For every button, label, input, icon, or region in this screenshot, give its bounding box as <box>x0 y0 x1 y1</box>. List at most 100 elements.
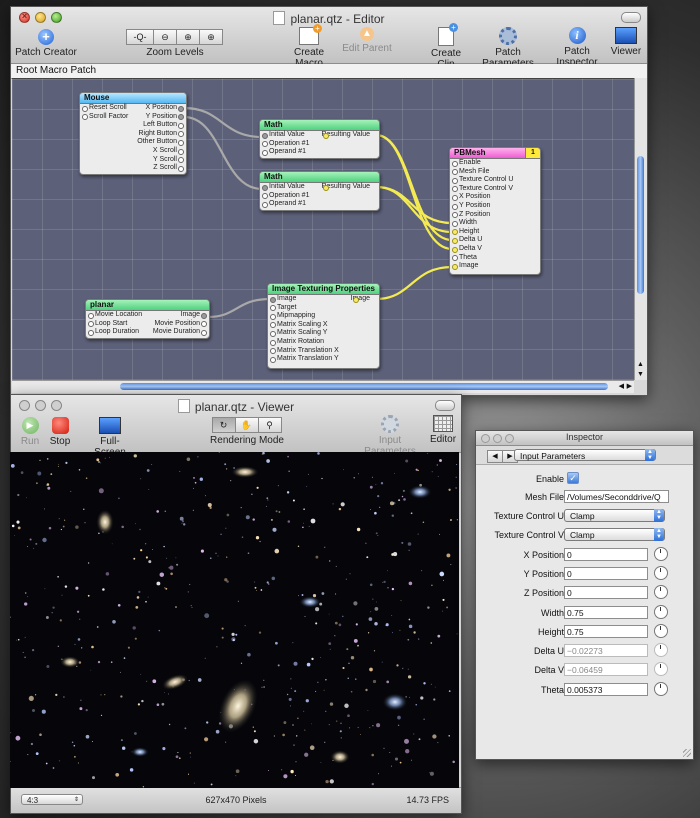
port-mipmapping[interactable]: Mipmapping <box>268 312 379 321</box>
port-loop-start[interactable]: Loop Start <box>86 320 150 329</box>
port-operand-1[interactable]: Operand #1 <box>260 200 379 209</box>
port-right-button[interactable]: Right Button <box>126 130 186 139</box>
port-image-out[interactable]: Image <box>147 311 209 320</box>
toolbar-toggle-button[interactable] <box>621 12 641 23</box>
scroll-right-arrow-icon[interactable]: ▶ <box>627 382 632 390</box>
port-loop-duration[interactable]: Loop Duration <box>86 328 150 337</box>
x-position-field[interactable]: 0 <box>564 548 648 561</box>
port-width[interactable]: Width <box>450 219 540 228</box>
theta-field[interactable]: 0.005373 <box>564 683 648 696</box>
horizontal-scrollbar[interactable]: ◀ ▶ <box>12 380 634 393</box>
edit-parent-button[interactable]: ▲ Edit Parent <box>339 27 395 54</box>
previous-arrow-icon[interactable]: ◀ <box>487 450 503 463</box>
patch-creator-button[interactable]: + Patch Creator <box>15 29 77 58</box>
toolbar-toggle-button[interactable] <box>435 400 455 411</box>
math-patch-1-header[interactable]: Math <box>260 120 379 131</box>
port-x-position[interactable]: X Position <box>126 104 186 113</box>
port-height[interactable]: Height <box>450 228 540 237</box>
port-resulting-value[interactable]: Resulting Value <box>321 183 379 192</box>
viewer-button[interactable]: Viewer <box>609 27 643 57</box>
scroll-up-arrow-icon[interactable]: ▲ <box>637 361 644 368</box>
z-position-field[interactable]: 0 <box>564 586 648 599</box>
port-matrix-scaling-x[interactable]: Matrix Scaling X <box>268 321 379 330</box>
input-parameters-button[interactable]: Input Parameters <box>357 415 423 457</box>
port-operation-1[interactable]: Operation #1 <box>260 192 379 201</box>
math-patch-2-header[interactable]: Math <box>260 172 379 183</box>
port-matrix-translation-x[interactable]: Matrix Translation X <box>268 347 379 356</box>
width-field[interactable]: 0.75 <box>564 606 648 619</box>
y-position-dial-icon[interactable] <box>654 566 668 580</box>
port-x-position[interactable]: X Position <box>450 193 540 202</box>
port-matrix-translation-y[interactable]: Matrix Translation Y <box>268 355 379 364</box>
vertical-scroll-thumb[interactable] <box>637 156 644 294</box>
zoom-out-icon[interactable]: ⊖ <box>153 29 177 45</box>
port-enable[interactable]: Enable <box>450 159 540 168</box>
planar-patch[interactable]: planar Movie Location Loop Start Loop Du… <box>85 299 210 339</box>
port-z-scroll[interactable]: Z Scroll <box>126 164 186 173</box>
port-theta[interactable]: Theta <box>450 254 540 263</box>
port-matrix-rotation[interactable]: Matrix Rotation <box>268 338 379 347</box>
port-image[interactable]: Image <box>450 262 540 271</box>
pbmesh-patch[interactable]: PBMesh 1 Enable Mesh File Texture Control… <box>449 147 541 275</box>
port-texture-control-v[interactable]: Texture Control V <box>450 185 540 194</box>
image-texturing-patch-header[interactable]: Image Texturing Properties <box>268 284 379 295</box>
scroll-left-arrow-icon[interactable]: ◀ <box>619 382 624 390</box>
port-delta-v[interactable]: Delta V <box>450 245 540 254</box>
patch-inspector-button[interactable]: i Patch Inspector <box>545 27 609 68</box>
port-texture-control-u[interactable]: Texture Control U <box>450 176 540 185</box>
port-other-button[interactable]: Other Button <box>126 138 186 147</box>
math-patch-2[interactable]: Math Initial Value Resulting Value Opera… <box>259 171 380 211</box>
scroll-down-arrow-icon[interactable]: ▼ <box>637 371 644 378</box>
rotate-icon[interactable]: ↻ <box>211 417 236 433</box>
width-dial-icon[interactable] <box>654 605 668 619</box>
resize-grip-icon[interactable] <box>683 749 691 757</box>
stop-button[interactable]: Stop <box>47 417 73 447</box>
port-initial-value[interactable]: Initial Value Resulting Value <box>260 183 379 192</box>
texture-control-u-select[interactable]: Clamp ▲ ▼ <box>564 509 665 522</box>
port-mesh-file[interactable]: Mesh File <box>450 168 540 177</box>
z-position-dial-icon[interactable] <box>654 585 668 599</box>
port-movie-location[interactable]: Movie Location <box>86 311 150 320</box>
rendered-galaxy-image[interactable] <box>10 452 459 788</box>
hand-icon[interactable]: ✋ <box>234 417 259 433</box>
port-operation-1[interactable]: Operation #1 <box>260 140 379 149</box>
patch-canvas[interactable]: Mouse Reset Scroll Scroll Factor X Posit… <box>12 78 634 381</box>
port-z-position[interactable]: Z Position <box>450 211 540 220</box>
editor-button[interactable]: Editor <box>427 415 459 445</box>
enable-checkbox[interactable]: ✓ <box>567 472 579 484</box>
horizontal-scroll-thumb[interactable] <box>120 383 608 390</box>
port-matrix-scaling-y[interactable]: Matrix Scaling Y <box>268 329 379 338</box>
x-position-dial-icon[interactable] <box>654 547 668 561</box>
port-resulting-value[interactable]: Resulting Value <box>321 131 379 140</box>
image-texturing-patch[interactable]: Image Texturing Properties Image Image T… <box>267 283 380 369</box>
math-patch-1[interactable]: Math Initial Value Resulting Value Opera… <box>259 119 380 159</box>
create-macro-button[interactable]: + Create Macro <box>279 24 339 69</box>
mouse-patch-header[interactable]: Mouse <box>80 93 186 104</box>
mesh-file-field[interactable]: /Volumes/Seconddrive/Q <box>564 490 669 503</box>
port-x-scroll[interactable]: X Scroll <box>126 147 186 156</box>
height-dial-icon[interactable] <box>654 624 668 638</box>
magnifier-icon[interactable]: ⚲ <box>257 417 282 433</box>
port-delta-u[interactable]: Delta U <box>450 236 540 245</box>
zoom-in-icon[interactable]: ⊕ <box>176 29 200 45</box>
port-y-position[interactable]: Y Position <box>450 202 540 211</box>
height-field[interactable]: 0.75 <box>564 625 648 638</box>
mouse-patch[interactable]: Mouse Reset Scroll Scroll Factor X Posit… <box>79 92 187 175</box>
theta-dial-icon[interactable] <box>654 682 668 696</box>
zoom-actual-icon[interactable]: ⊕ <box>199 29 223 45</box>
patch-parameters-button[interactable]: Patch Parameters <box>471 27 545 69</box>
port-operand-1[interactable]: Operand #1 <box>260 148 379 157</box>
pbmesh-patch-header[interactable]: PBMesh 1 <box>450 148 540 159</box>
port-y-position[interactable]: Y Position <box>126 113 186 122</box>
port-image-in[interactable]: Image Image <box>268 295 379 304</box>
y-position-field[interactable]: 0 <box>564 567 648 580</box>
inspector-mode-popup[interactable]: Input Parameters ▲ ▼ <box>514 449 656 461</box>
port-movie-duration[interactable]: Movie Duration <box>147 328 209 337</box>
port-image-out[interactable]: Image <box>351 295 379 304</box>
vertical-scrollbar[interactable]: ▲ ▼ <box>634 78 647 380</box>
port-target[interactable]: Target <box>268 304 379 313</box>
port-left-button[interactable]: Left Button <box>126 121 186 130</box>
texture-control-v-select[interactable]: Clamp ▲ ▼ <box>564 528 665 541</box>
breadcrumb-root[interactable]: Root Macro Patch <box>16 65 96 76</box>
port-y-scroll[interactable]: Y Scroll <box>126 156 186 165</box>
